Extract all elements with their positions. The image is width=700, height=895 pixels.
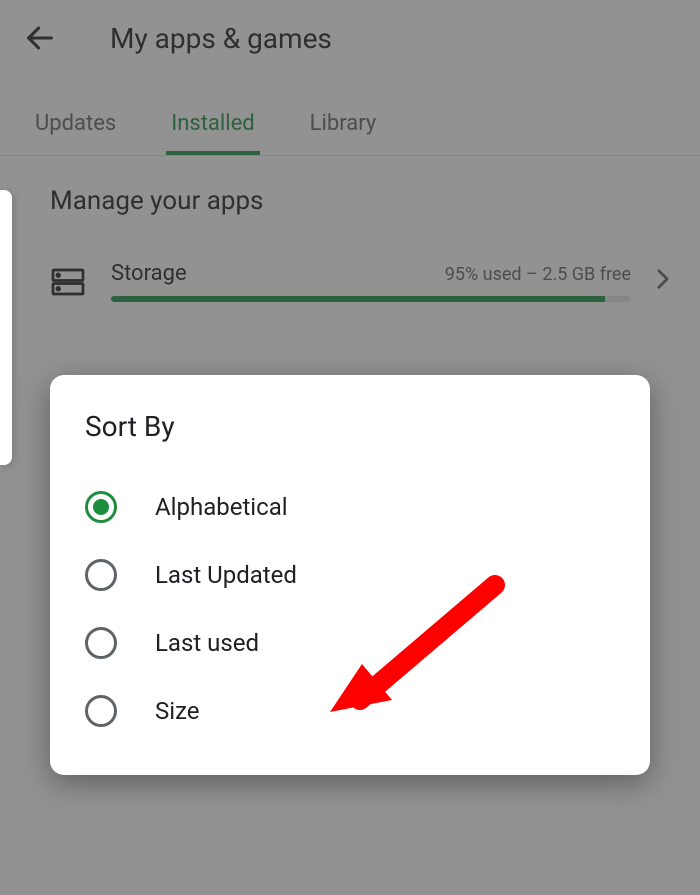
sort-option-size[interactable]: Size	[85, 677, 615, 745]
sort-option-label: Last used	[155, 629, 259, 657]
radio-icon	[85, 559, 117, 591]
sort-option-last-updated[interactable]: Last Updated	[85, 541, 615, 609]
sort-by-dialog: Sort By Alphabetical Last Updated Last u…	[50, 375, 650, 775]
radio-icon	[85, 695, 117, 727]
radio-icon	[85, 627, 117, 659]
sort-option-last-used[interactable]: Last used	[85, 609, 615, 677]
dialog-title: Sort By	[85, 410, 615, 443]
drawer-edge	[0, 190, 12, 465]
radio-icon	[85, 491, 117, 523]
sort-option-label: Last Updated	[155, 561, 297, 589]
sort-option-alphabetical[interactable]: Alphabetical	[85, 473, 615, 541]
sort-option-label: Size	[155, 697, 200, 725]
sort-option-label: Alphabetical	[155, 493, 288, 521]
